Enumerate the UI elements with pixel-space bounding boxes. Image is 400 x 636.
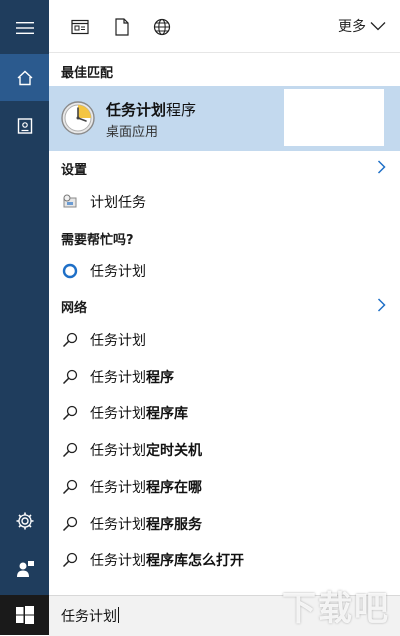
feedback-button[interactable]: [0, 545, 49, 592]
best-match-title-rest: 程序: [166, 101, 197, 119]
web-header: 网络: [61, 301, 88, 316]
notebook-icon: [17, 117, 32, 134]
suggestion-prefix: 任务计划: [90, 370, 146, 386]
home-icon: [17, 70, 32, 85]
documents-filter-button[interactable]: [112, 17, 132, 37]
web-suggestion-item[interactable]: 任务计划程序在哪: [49, 470, 400, 504]
more-label: 更多: [338, 19, 366, 35]
text-caret: [118, 607, 119, 623]
suggestion-suffix: 程序: [146, 370, 174, 386]
web-suggestion-label: 任务计划程序库怎么打开: [90, 550, 244, 570]
search-box[interactable]: 任务计划 下载吧: [49, 589, 400, 636]
settings-expand-chevron-icon[interactable]: [377, 160, 386, 174]
menu-button[interactable]: [0, 4, 49, 51]
suggestion-prefix: 任务计划: [90, 517, 146, 533]
search-icon: [60, 367, 80, 387]
help-result-label: 任务计划: [90, 264, 146, 280]
help-header: 需要帮忙吗?: [61, 233, 134, 248]
windows-logo-icon: [15, 606, 34, 624]
preview-area: [284, 89, 384, 146]
web-filter-icon: [153, 18, 171, 36]
search-icon: [60, 440, 80, 460]
suggestion-suffix: 程序服务: [146, 517, 202, 533]
web-suggestion-label: 任务计划程序: [90, 367, 174, 387]
search-results-panel: 更多 最佳匹配 任务计划程序 桌面应用 设置 计划任务 需要帮忙吗? 任务计划 …: [49, 0, 400, 595]
watermark-logo: 下载吧: [282, 589, 390, 629]
search-icon: [60, 477, 80, 497]
suggestion-prefix: 任务计划: [90, 443, 146, 459]
suggestion-prefix: 任务计划: [90, 553, 146, 569]
web-suggestion-item[interactable]: 任务计划定时关机: [49, 433, 400, 467]
home-button[interactable]: [0, 54, 49, 101]
suggestion-prefix: 任务计划: [90, 333, 146, 349]
feedback-person-icon: [16, 560, 34, 577]
apps-filter-button[interactable]: [70, 17, 90, 37]
document-filter-icon: [115, 18, 129, 36]
web-expand-chevron-icon[interactable]: [377, 298, 386, 312]
suggestion-suffix: 定时关机: [146, 443, 202, 459]
best-match-title: 任务计划程序: [106, 99, 196, 120]
settings-result-item[interactable]: 计划任务: [49, 185, 400, 219]
start-button[interactable]: [0, 595, 49, 635]
cortana-circle-icon: [60, 261, 80, 281]
settings-header: 设置: [61, 163, 88, 178]
control-panel-icon: [60, 192, 80, 212]
web-suggestion-item[interactable]: 任务计划程序服务: [49, 507, 400, 541]
app-filter-icon: [71, 19, 89, 35]
suggestion-suffix: 程序库怎么打开: [146, 553, 244, 569]
search-icon: [60, 403, 80, 423]
web-suggestion-item[interactable]: 任务计划程序库怎么打开: [49, 543, 400, 577]
settings-button[interactable]: [0, 497, 49, 544]
more-filters-button[interactable]: 更多: [338, 16, 386, 36]
chevron-down-icon: [370, 22, 386, 31]
best-match-header: 最佳匹配: [61, 66, 114, 81]
task-scheduler-clock-icon: [61, 101, 95, 139]
notebook-button[interactable]: [0, 102, 49, 149]
left-rail: [0, 0, 49, 635]
web-suggestion-label: 任务计划定时关机: [90, 440, 202, 460]
suggestion-suffix: 程序在哪: [146, 480, 202, 496]
web-filter-button[interactable]: [152, 17, 172, 37]
help-result-item[interactable]: 任务计划: [49, 254, 400, 288]
settings-result-label: 计划任务: [90, 195, 146, 211]
search-query-text: 任务计划: [61, 609, 117, 625]
search-icon: [60, 330, 80, 350]
web-suggestion-label: 任务计划程序库: [90, 403, 188, 423]
best-match-item[interactable]: 任务计划程序 桌面应用: [49, 86, 400, 151]
best-match-title-highlight: 任务计划: [106, 101, 167, 119]
search-query[interactable]: 任务计划: [61, 606, 119, 626]
suggestion-prefix: 任务计划: [90, 406, 146, 422]
gear-icon: [16, 512, 33, 529]
web-suggestion-label: 任务计划程序在哪: [90, 477, 202, 497]
filter-toolbar: 更多: [49, 0, 400, 53]
web-suggestion-item[interactable]: 任务计划程序库: [49, 396, 400, 430]
suggestion-prefix: 任务计划: [90, 480, 146, 496]
web-suggestion-label: 任务计划: [90, 330, 146, 350]
web-suggestion-item[interactable]: 任务计划程序: [49, 360, 400, 394]
search-icon: [60, 550, 80, 570]
suggestion-suffix: 程序库: [146, 406, 188, 422]
hamburger-icon: [15, 21, 34, 34]
web-suggestion-item[interactable]: 任务计划: [49, 323, 400, 357]
web-suggestion-label: 任务计划程序服务: [90, 514, 202, 534]
search-icon: [60, 514, 80, 534]
best-match-subtitle: 桌面应用: [106, 125, 159, 140]
